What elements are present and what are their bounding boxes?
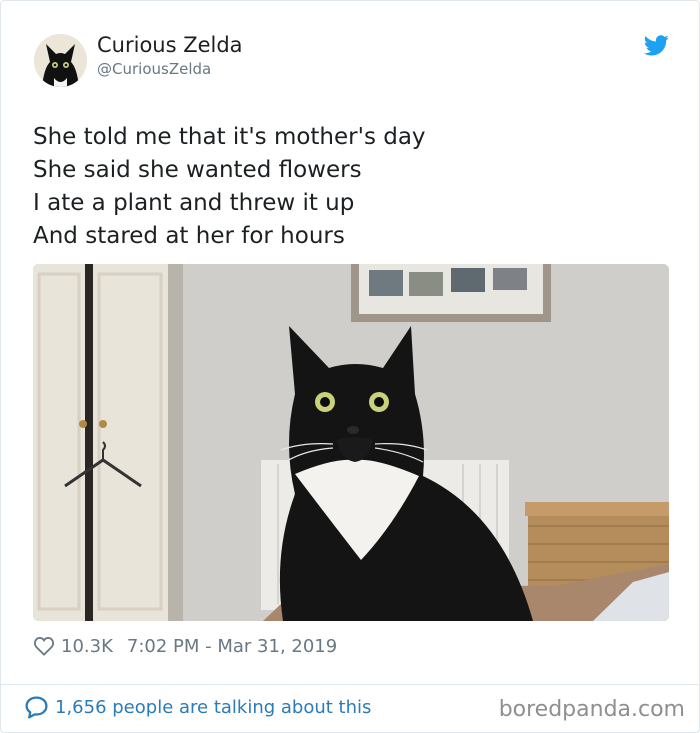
like-count[interactable]: 10.3K — [61, 636, 113, 657]
tweet-line: She said she wanted flowers — [33, 157, 362, 183]
heart-icon[interactable] — [33, 636, 55, 656]
twitter-bird-icon[interactable] — [644, 35, 669, 56]
cat-avatar-image — [34, 34, 87, 87]
speech-bubble-icon — [25, 696, 48, 719]
author-handle[interactable]: @CuriousZelda — [97, 60, 211, 78]
talking-text[interactable]: 1,656 people are talking about this — [55, 697, 371, 718]
tweet-text: She told me that it's mother's day She s… — [33, 121, 426, 253]
tweet-meta: 10.3K 7:02 PM - Mar 31, 2019 — [33, 633, 337, 659]
tweet-timestamp[interactable]: 7:02 PM - Mar 31, 2019 — [127, 636, 337, 657]
author-display-name[interactable]: Curious Zelda — [97, 33, 243, 57]
tweet-line: She told me that it's mother's day — [33, 124, 426, 150]
tweet-line: And stared at her for hours — [33, 223, 345, 249]
tweet-line: I ate a plant and threw it up — [33, 190, 355, 216]
talking-link[interactable]: 1,656 people are talking about this — [24, 695, 371, 720]
avatar[interactable] — [34, 34, 87, 87]
footer-divider — [1, 684, 699, 685]
cat-photo-image — [33, 264, 669, 621]
tweet-card: Curious Zelda @CuriousZelda She told me … — [0, 0, 700, 733]
tweet-photo[interactable] — [33, 264, 669, 621]
watermark: boredpanda.com — [498, 697, 685, 722]
